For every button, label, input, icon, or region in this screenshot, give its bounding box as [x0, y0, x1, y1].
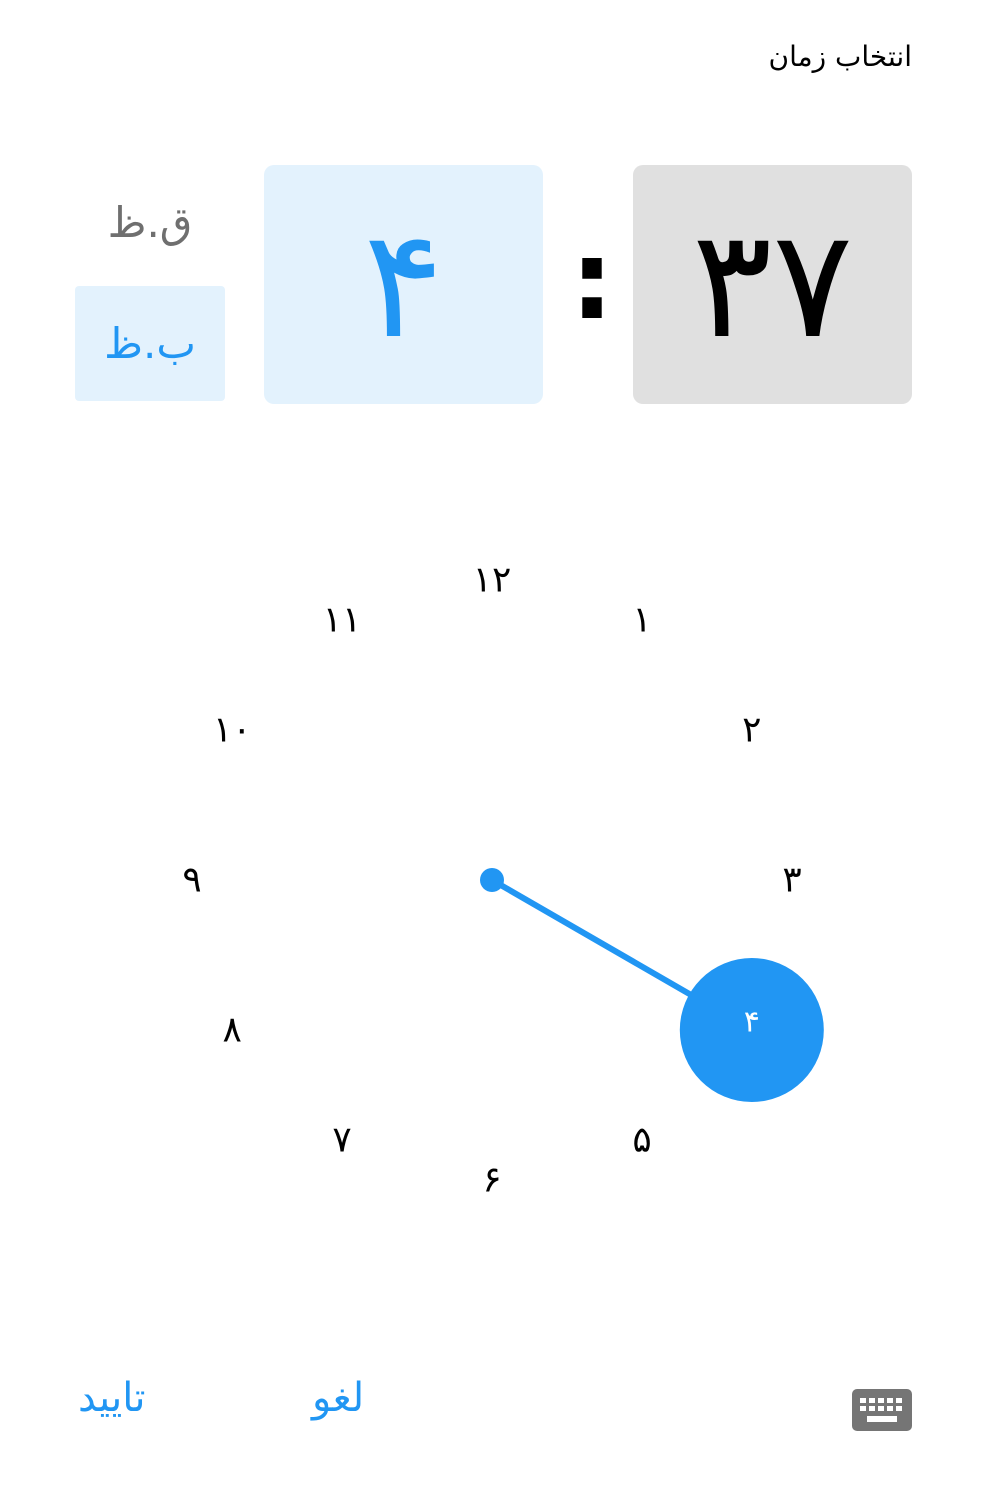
clock-number-10[interactable]: ۱۰	[213, 710, 252, 751]
clock-center-dot	[480, 868, 504, 892]
clock-number-3[interactable]: ۳	[782, 860, 801, 901]
clock-number-6[interactable]: ۶	[482, 1160, 501, 1201]
keyboard-icon[interactable]	[852, 1389, 912, 1431]
clock-number-1[interactable]: ۱	[632, 600, 651, 641]
clock-number-5[interactable]: ۵	[632, 1119, 651, 1160]
clock-number-7[interactable]: ۷	[332, 1119, 351, 1160]
clock-number-2[interactable]: ۲	[742, 710, 761, 751]
clock-number-9[interactable]: ۹	[182, 860, 201, 901]
clock-number-11[interactable]: ۱۱	[323, 600, 362, 641]
clock-dial[interactable]: ۱۲۱۲۳۴۵۶۷۸۹۱۰۱۱ ۴	[0, 0, 984, 1487]
cancel-button[interactable]: لغو	[312, 1375, 364, 1421]
selected-hour-label: ۴	[744, 1005, 760, 1040]
clock-number-8[interactable]: ۸	[223, 1010, 242, 1051]
confirm-button[interactable]: تایید	[78, 1375, 146, 1421]
clock-number-12[interactable]: ۱۲	[473, 560, 512, 601]
